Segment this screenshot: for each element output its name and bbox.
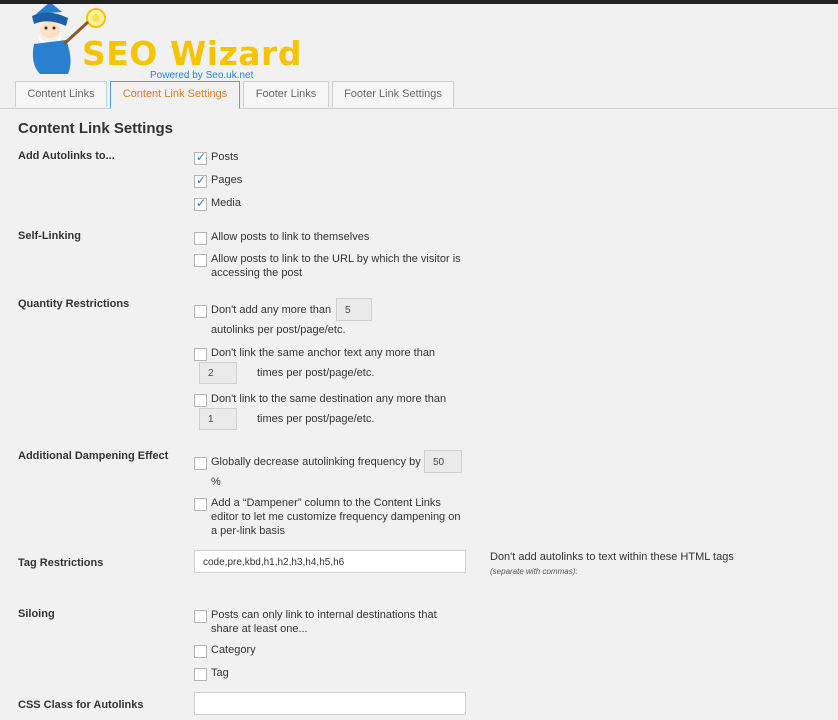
self-link-option-label: Allow posts to link to themselves xyxy=(211,231,370,243)
self-link-checkbox[interactable] xyxy=(194,232,207,245)
same-anchor-text: Don't link the same anchor text any more… xyxy=(211,347,436,359)
page-title: Content Link Settings xyxy=(18,120,173,137)
posts-checkbox[interactable]: ✓ xyxy=(194,150,207,165)
pages-checkbox[interactable]: ✓ xyxy=(194,173,207,188)
css-class-label: CSS Class for Autolinks xyxy=(18,699,144,711)
seo-wizard-logo: SEO Wizard Powered by Seo.uk.net xyxy=(28,4,301,81)
tab-footer-links[interactable]: Footer Links xyxy=(243,81,329,107)
autolinks-label: Add Autolinks to... xyxy=(18,150,115,162)
siloing-label: Siloing xyxy=(18,608,55,620)
same-destination-suffix: times per post/page/etc. xyxy=(257,413,375,425)
dampener-column-line2: editor to let me customize frequency dam… xyxy=(211,511,461,523)
same-destination-input[interactable]: 1 xyxy=(199,408,237,430)
tag-restrictions-input[interactable]: code,pre,kbd,h1,h2,h3,h4,h5,h6 xyxy=(194,550,466,573)
category-option-label: Category xyxy=(211,644,256,656)
max-autolinks-suffix: autolinks per post/page/etc. xyxy=(211,324,346,336)
dampener-column-checkbox[interactable] xyxy=(194,498,207,511)
tab-footer-link-settings[interactable]: Footer Link Settings xyxy=(332,81,454,107)
quantity-label: Quantity Restrictions xyxy=(18,298,130,310)
max-autolinks-checkbox[interactable] xyxy=(194,305,207,318)
pages-option-label: Pages xyxy=(211,174,243,186)
self-url-option-line2: accessing the post xyxy=(211,267,303,279)
siloing-checkbox[interactable] xyxy=(194,610,207,623)
powered-by-text: Powered by Seo.uk.net xyxy=(150,70,254,81)
max-autolinks-input[interactable]: 5 xyxy=(336,298,372,321)
self-url-option-line1: Allow posts to link to the URL by which … xyxy=(211,253,461,265)
same-destination-text: Don't link to the same destination any m… xyxy=(211,393,447,405)
tag-restrictions-hint-small: (separate with commas): xyxy=(490,567,578,576)
tag-checkbox[interactable] xyxy=(194,668,207,681)
max-autolinks-text: Don't add any more than xyxy=(211,304,332,316)
dampener-column-line1: Add a “Dampener” column to the Content L… xyxy=(211,497,441,509)
posts-option-label: Posts xyxy=(211,151,239,163)
check-icon: ✓ xyxy=(196,150,207,164)
media-option-label: Media xyxy=(211,197,241,209)
dampener-column-line3: a per-link basis xyxy=(211,525,285,537)
check-icon: ✓ xyxy=(196,196,207,210)
tab-bar: Content Links Content Link Settings Foot… xyxy=(0,81,838,109)
siloing-option-line1: Posts can only link to internal destinat… xyxy=(211,609,437,621)
same-destination-checkbox[interactable] xyxy=(194,394,207,407)
siloing-option-line2: share at least one... xyxy=(211,623,308,635)
category-checkbox[interactable] xyxy=(194,645,207,658)
media-checkbox[interactable]: ✓ xyxy=(194,196,207,211)
tag-restrictions-label: Tag Restrictions xyxy=(18,557,104,569)
css-class-input[interactable] xyxy=(194,692,466,715)
global-dampening-input[interactable]: 50 xyxy=(424,450,462,473)
check-icon: ✓ xyxy=(196,173,207,187)
same-anchor-suffix: times per post/page/etc. xyxy=(257,367,375,379)
same-anchor-input[interactable]: 2 xyxy=(199,362,237,384)
dampening-label: Additional Dampening Effect xyxy=(18,450,169,462)
global-dampening-text: Globally decrease autolinking frequency … xyxy=(211,456,421,468)
global-dampening-suffix: % xyxy=(211,476,221,488)
self-url-link-checkbox[interactable] xyxy=(194,254,207,267)
global-dampening-checkbox[interactable] xyxy=(194,457,207,470)
brand-name: SEO Wizard xyxy=(82,34,302,73)
tag-restrictions-hint: Don't add autolinks to text within these… xyxy=(490,551,734,563)
same-anchor-checkbox[interactable] xyxy=(194,348,207,361)
tab-content-links[interactable]: Content Links xyxy=(15,81,107,107)
tag-option-label: Tag xyxy=(211,667,229,679)
self-linking-label: Self-Linking xyxy=(18,230,81,242)
tab-content-link-settings[interactable]: Content Link Settings xyxy=(110,81,240,109)
